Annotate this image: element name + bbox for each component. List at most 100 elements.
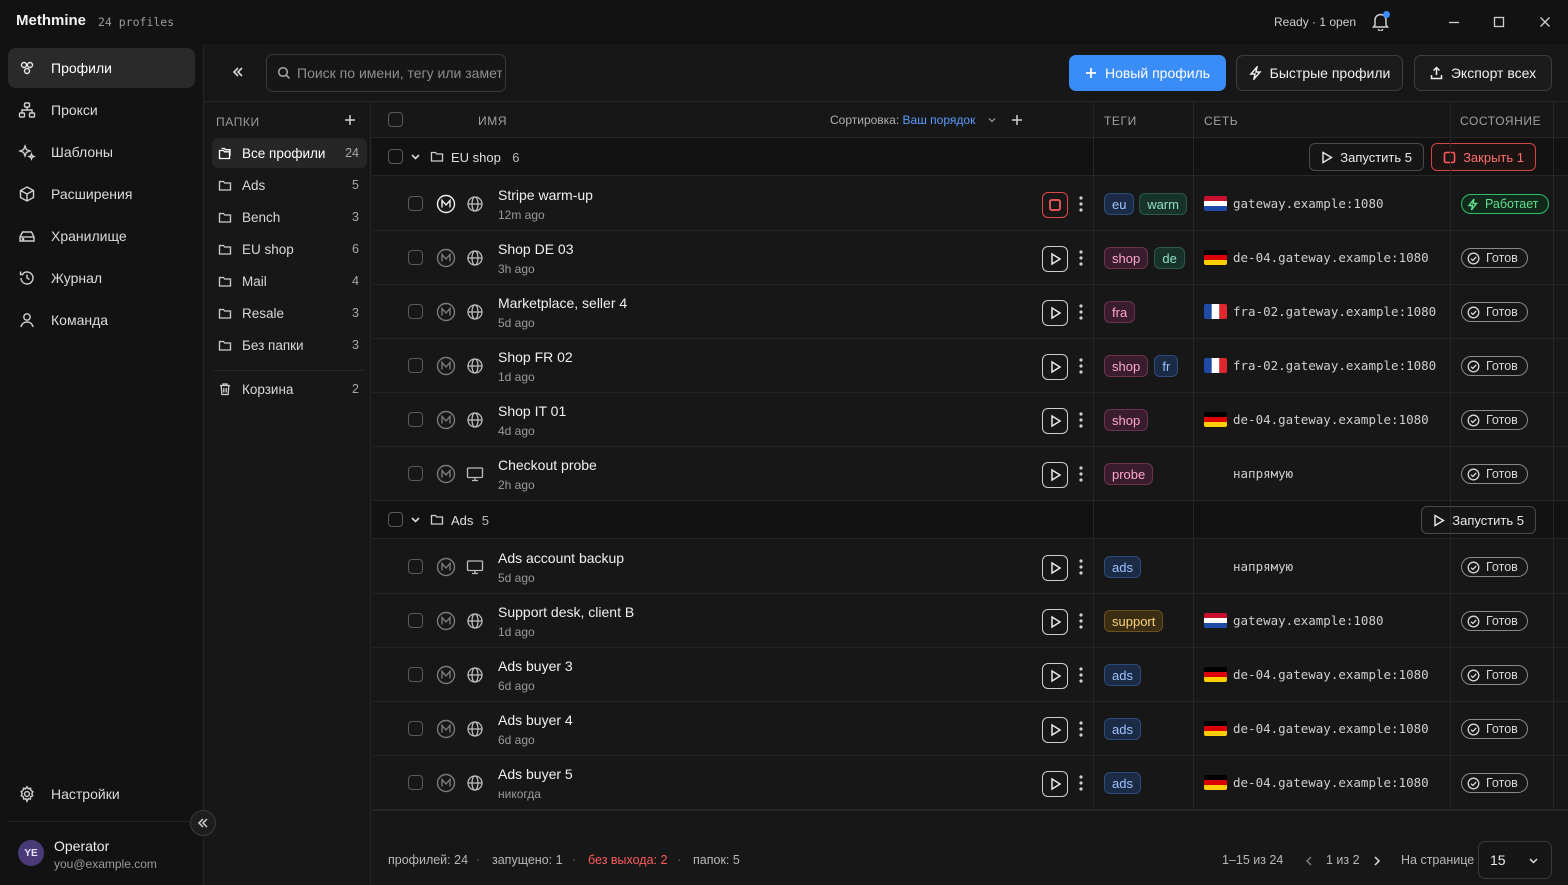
row-checkbox[interactable] — [408, 613, 423, 628]
launch-button[interactable] — [1042, 555, 1068, 581]
folder-item[interactable]: EU shop 6 — [212, 234, 367, 264]
tag-badge: shop — [1104, 247, 1149, 269]
launch-group-label: Запустить 5 — [1452, 512, 1524, 528]
more-vertical-icon[interactable] — [1079, 612, 1083, 630]
new-profile-button[interactable]: Новый профиль — [1069, 55, 1226, 91]
table-row[interactable]: Shop FR 02 1d ago shop fr fra-02.gateway.exa… — [372, 339, 1568, 393]
sidebar-item-templates[interactable]: Шаблоны — [8, 132, 195, 172]
profile-name: Shop DE 03 — [498, 241, 574, 257]
row-checkbox[interactable] — [408, 358, 423, 373]
launch-button[interactable] — [1042, 771, 1068, 797]
table-row[interactable]: Shop DE 03 3h ago shop de de-04.gateway.exam… — [372, 231, 1568, 285]
table-row[interactable]: Ads buyer 5 никогда ads de-04.gateway.examp… — [372, 756, 1568, 810]
chevron-down-icon[interactable] — [987, 115, 997, 125]
folder-item[interactable]: Ads 5 — [212, 170, 367, 200]
folder-item[interactable]: Без папки 3 — [212, 330, 367, 360]
row-checkbox[interactable] — [408, 559, 423, 574]
close-icon[interactable] — [1537, 14, 1553, 30]
sidebar-item-journal[interactable]: Журнал — [8, 258, 195, 298]
sidebar-item-team[interactable]: Команда — [8, 300, 195, 340]
profile-time: 12m ago — [498, 208, 545, 222]
group-checkbox[interactable] — [388, 149, 403, 164]
status-badge: Готов — [1461, 356, 1528, 376]
folder-label: Resale — [242, 305, 285, 321]
prev-page-button[interactable] — [1304, 855, 1314, 867]
search-box[interactable] — [266, 54, 506, 92]
close-group-button[interactable]: Закрыть 1 — [1431, 143, 1536, 171]
folder-item[interactable]: Resale 3 — [212, 298, 367, 328]
chevron-right-icon — [1374, 856, 1381, 866]
table-row[interactable]: Shop IT 01 4d ago shop de-04.gateway.exampl… — [372, 393, 1568, 447]
minimize-icon[interactable] — [1446, 14, 1462, 30]
more-vertical-icon[interactable] — [1079, 558, 1083, 576]
sidebar-item-profiles[interactable]: Профили — [8, 48, 195, 88]
add-folder-button[interactable] — [344, 114, 356, 126]
more-vertical-icon[interactable] — [1079, 249, 1083, 267]
more-vertical-icon[interactable] — [1079, 465, 1083, 483]
launch-button[interactable] — [1042, 300, 1068, 326]
maximize-icon[interactable] — [1491, 14, 1507, 30]
sidebar-collapse-button[interactable] — [190, 810, 216, 836]
chevron-down-icon[interactable] — [410, 514, 421, 525]
gear-icon — [20, 785, 34, 803]
launch-group-button[interactable]: Запустить 5 — [1421, 506, 1536, 534]
profile-name: Shop IT 01 — [498, 403, 567, 419]
launch-button[interactable] — [1042, 354, 1068, 380]
table-row[interactable]: Stripe warm-up 12m ago eu warm gateway.examp… — [372, 177, 1568, 231]
more-vertical-icon[interactable] — [1079, 303, 1083, 321]
stop-button[interactable] — [1042, 192, 1068, 218]
row-checkbox[interactable] — [408, 466, 423, 481]
sidebar-item-extensions[interactable]: Расширения — [8, 174, 195, 214]
table-row[interactable]: Ads account backup 5d ago ads напрямую Готов — [372, 540, 1568, 594]
row-checkbox[interactable] — [408, 775, 423, 790]
table-row[interactable]: Ads buyer 3 6d ago ads de-04.gateway.exampl… — [372, 648, 1568, 702]
launch-button[interactable] — [1042, 663, 1068, 689]
row-checkbox[interactable] — [408, 304, 423, 319]
launch-button[interactable] — [1042, 717, 1068, 743]
search-input[interactable] — [297, 65, 502, 81]
sidebar-item-settings[interactable]: Настройки — [8, 774, 195, 814]
row-checkbox[interactable] — [408, 412, 423, 427]
table-row[interactable]: Marketplace, seller 4 5d ago fra fra-02.gat… — [372, 285, 1568, 339]
more-vertical-icon[interactable] — [1079, 774, 1083, 792]
more-vertical-icon[interactable] — [1079, 195, 1083, 213]
next-page-button[interactable] — [1372, 855, 1382, 867]
folders-collapse-button[interactable] — [230, 64, 246, 80]
launch-button[interactable] — [1042, 246, 1068, 272]
launch-button[interactable] — [1042, 609, 1068, 635]
table-row[interactable]: Support desk, client B 1d ago support gatew… — [372, 594, 1568, 648]
launch-button[interactable] — [1042, 462, 1068, 488]
more-vertical-icon[interactable] — [1079, 720, 1083, 738]
folder-item[interactable]: Mail 4 — [212, 266, 367, 296]
export-all-button[interactable]: Экспорт всех — [1414, 55, 1552, 91]
row-checkbox[interactable] — [408, 667, 423, 682]
sidebar-item-proxy[interactable]: Прокси — [8, 90, 195, 130]
avatar[interactable]: YE — [18, 840, 44, 866]
row-checkbox[interactable] — [408, 250, 423, 265]
more-vertical-icon[interactable] — [1079, 666, 1083, 684]
quick-profiles-button[interactable]: Быстрые профили — [1236, 55, 1403, 91]
folder-trash[interactable]: Корзина 2 — [212, 374, 367, 404]
more-vertical-icon[interactable] — [1079, 357, 1083, 375]
table-row[interactable]: Checkout probe 2h ago probe напрямую Готов — [372, 447, 1568, 501]
launch-group-button[interactable]: Запустить 5 — [1309, 143, 1424, 171]
chevron-down-icon[interactable] — [410, 151, 421, 162]
network-address: gateway.example:1080 — [1233, 613, 1384, 628]
divider — [8, 821, 195, 822]
flag-icon — [1204, 721, 1227, 736]
folder-item[interactable]: Все профили 24 — [212, 138, 367, 168]
row-checkbox[interactable] — [408, 721, 423, 736]
flag-icon — [1204, 304, 1227, 319]
per-page-select[interactable]: 15 — [1478, 841, 1552, 879]
group-checkbox[interactable] — [388, 512, 403, 527]
launch-button[interactable] — [1042, 408, 1068, 434]
table-row[interactable]: Ads buyer 4 6d ago ads de-04.gateway.exampl… — [372, 702, 1568, 756]
add-column-button[interactable] — [1011, 114, 1023, 126]
more-vertical-icon[interactable] — [1079, 411, 1083, 429]
sidebar-item-storage[interactable]: Хранилище — [8, 216, 195, 256]
row-checkbox[interactable] — [408, 196, 423, 211]
sort-control[interactable]: Сортировка: Ваш порядок — [830, 113, 975, 127]
select-all-checkbox[interactable] — [388, 112, 403, 127]
sort-label: Сортировка: — [830, 113, 900, 127]
folder-item[interactable]: Bench 3 — [212, 202, 367, 232]
